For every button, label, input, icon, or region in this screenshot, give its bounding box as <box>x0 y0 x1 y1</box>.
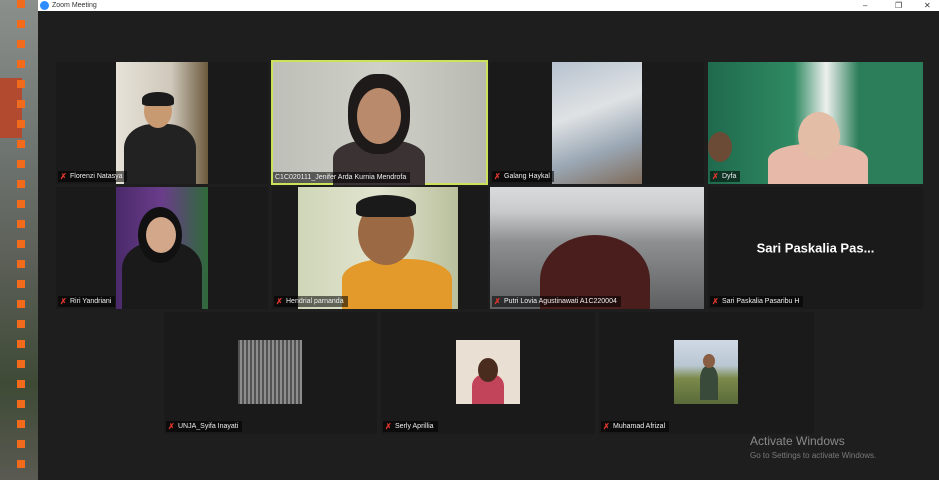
participant-name: Putri Lovia Agustinawati A1C220004 <box>504 298 617 305</box>
mic-muted-icon: ✗ <box>603 421 610 431</box>
participant-name: Muhamad Afrizal <box>613 423 666 430</box>
participant-tile[interactable]: ✗ Muhamad Afrizal <box>599 312 814 434</box>
maximize-button[interactable]: ❐ <box>895 0 902 11</box>
participant-tile[interactable]: ✗ Galang Haykal <box>490 62 704 184</box>
activate-windows-title: Activate Windows <box>750 434 845 448</box>
zoom-logo-icon <box>40 1 49 10</box>
participant-tile[interactable]: ✗ Hendrial parnanda <box>272 187 488 309</box>
participant-name: Dyfa <box>722 173 737 180</box>
participant-name: Sari Paskalia Pasaribu H <box>722 298 800 305</box>
minimize-button[interactable]: – <box>863 0 867 11</box>
title-bar: Zoom Meeting – ❐ ✕ <box>38 0 939 11</box>
mic-muted-icon: ✗ <box>494 171 501 181</box>
video-feed <box>116 62 208 184</box>
mic-muted-icon: ✗ <box>385 421 392 431</box>
activate-windows-subtitle: Go to Settings to activate Windows. <box>750 451 877 460</box>
close-button[interactable]: ✕ <box>924 0 931 11</box>
video-feed <box>116 187 208 309</box>
zoom-window: Zoom Meeting – ❐ ✕ ✗ Florenzi Natasya C1… <box>38 0 939 480</box>
window-title: Zoom Meeting <box>52 2 97 9</box>
participant-name: Florenzi Natasya <box>70 173 123 180</box>
mic-muted-icon: ✗ <box>168 421 175 431</box>
mic-muted-icon: ✗ <box>712 171 719 181</box>
participant-tile[interactable]: ✗ Dyfa <box>708 62 923 184</box>
participant-tile[interactable]: ✗ Putri Lovia Agustinawati A1C220004 <box>490 187 704 309</box>
participant-tile[interactable]: ✗ Riri Yandriani <box>56 187 268 309</box>
participant-tile[interactable]: ✗ Serly Aprillia <box>381 312 595 434</box>
participant-name-tag: ✗ Hendrial parnanda <box>274 296 348 307</box>
mic-muted-icon: ✗ <box>494 296 501 306</box>
mic-muted-icon: ✗ <box>276 296 283 306</box>
participant-name: UNJA_Syifa Inayati <box>178 423 239 430</box>
mic-muted-icon: ✗ <box>60 296 67 306</box>
profile-picture <box>674 340 738 404</box>
video-feed <box>708 62 923 184</box>
profile-picture <box>238 340 302 404</box>
participant-name-tag: ✗ Florenzi Natasya <box>58 171 127 182</box>
desktop-background <box>0 0 38 480</box>
video-feed <box>490 187 704 309</box>
participant-name-tag: ✗ Sari Paskalia Pasaribu H <box>710 296 804 307</box>
participant-tile[interactable]: ✗ UNJA_Syifa Inayati <box>164 312 377 434</box>
profile-picture <box>456 340 520 404</box>
participant-name-tag: ✗ Riri Yandriani <box>58 296 116 307</box>
video-feed <box>298 187 458 309</box>
mic-muted-icon: ✗ <box>712 296 719 306</box>
participant-name: Hendrial parnanda <box>286 298 344 305</box>
participant-name: Riri Yandriani <box>70 298 112 305</box>
video-feed <box>273 62 486 185</box>
participant-display-name: Sari Paskalia Pas... <box>756 240 875 256</box>
participant-tile[interactable]: ✗ Florenzi Natasya <box>56 62 268 184</box>
participant-name: Galang Haykal <box>504 173 550 180</box>
mic-muted-icon: ✗ <box>60 171 67 181</box>
participant-name-tag: ✗ Muhamad Afrizal <box>601 421 670 432</box>
dotted-border <box>17 0 25 480</box>
participant-name: C1C020111_Jenifer Arda Kurnia Mendrofa <box>275 174 407 181</box>
participant-name-tag: ✗ Galang Haykal <box>492 171 554 182</box>
participant-name-tag: ✗ UNJA_Syifa Inayati <box>166 421 243 432</box>
participant-name-tag: C1C020111_Jenifer Arda Kurnia Mendrofa <box>273 172 411 183</box>
participant-tile[interactable]: Sari Paskalia Pas... ✗ Sari Paskalia Pas… <box>708 187 923 309</box>
participant-name-tag: ✗ Putri Lovia Agustinawati A1C220004 <box>492 296 621 307</box>
participant-name: Serly Aprillia <box>395 423 434 430</box>
participant-tile-active-speaker[interactable]: C1C020111_Jenifer Arda Kurnia Mendrofa <box>271 60 488 185</box>
video-feed <box>552 62 642 184</box>
participant-name-tag: ✗ Serly Aprillia <box>383 421 438 432</box>
participant-name-tag: ✗ Dyfa <box>710 171 741 182</box>
